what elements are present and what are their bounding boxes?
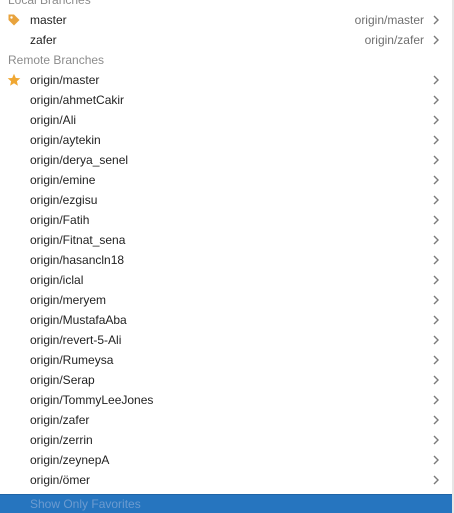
chevron-right-icon[interactable] bbox=[432, 175, 440, 185]
chevron-right-icon[interactable] bbox=[432, 375, 440, 385]
remote-branch-row[interactable]: origin/meryem bbox=[0, 290, 454, 310]
branch-name: origin/Rumeysa bbox=[30, 353, 114, 367]
remote-branch-row[interactable]: origin/iclal bbox=[0, 270, 454, 290]
chevron-right-icon[interactable] bbox=[432, 455, 440, 465]
remote-branch-row[interactable]: origin/zerrin bbox=[0, 430, 454, 450]
local-branch-row-master[interactable]: master origin/master bbox=[0, 10, 454, 30]
branch-name: origin/emine bbox=[30, 173, 96, 187]
branch-name: zafer bbox=[30, 33, 57, 47]
branch-name: origin/zeynepA bbox=[30, 453, 110, 467]
chevron-right-icon[interactable] bbox=[432, 395, 440, 405]
show-only-favorites-bar[interactable]: Show Only Favorites bbox=[0, 494, 454, 513]
remote-branch-row[interactable]: origin/TommyLeeJones bbox=[0, 390, 454, 410]
tracking-branch: origin/zafer bbox=[364, 33, 424, 47]
chevron-right-icon[interactable] bbox=[432, 235, 440, 245]
remote-branch-row[interactable]: origin/master bbox=[0, 70, 454, 90]
remote-branch-row[interactable]: origin/ahmetCakir bbox=[0, 90, 454, 110]
branch-name: origin/zerrin bbox=[30, 433, 93, 447]
branch-name: origin/TommyLeeJones bbox=[30, 393, 154, 407]
chevron-right-icon[interactable] bbox=[432, 415, 440, 425]
branch-name: origin/meryem bbox=[30, 293, 107, 307]
chevron-right-icon[interactable] bbox=[432, 35, 440, 45]
chevron-right-icon[interactable] bbox=[432, 295, 440, 305]
branch-name: origin/ahmetCakir bbox=[30, 93, 125, 107]
tracking-branch: origin/master bbox=[354, 13, 424, 27]
chevron-right-icon[interactable] bbox=[432, 75, 440, 85]
remote-branch-row[interactable]: origin/Fatih bbox=[0, 210, 454, 230]
show-only-favorites-label: Show Only Favorites bbox=[30, 497, 141, 511]
branch-name: origin/Serap bbox=[30, 373, 95, 387]
remote-branch-row[interactable]: origin/aytekin bbox=[0, 130, 454, 150]
chevron-right-icon[interactable] bbox=[432, 155, 440, 165]
chevron-right-icon[interactable] bbox=[432, 475, 440, 485]
remote-branch-row[interactable]: origin/Rumeysa bbox=[0, 350, 454, 370]
branch-name: origin/ömer bbox=[30, 473, 91, 487]
star-icon[interactable] bbox=[7, 73, 21, 87]
remote-branch-row[interactable]: origin/zafer bbox=[0, 410, 454, 430]
chevron-right-icon[interactable] bbox=[432, 435, 440, 445]
remote-branch-row[interactable]: origin/ömer bbox=[0, 470, 454, 490]
branch-name: origin/revert-5-Ali bbox=[30, 333, 122, 347]
branch-name: origin/derya_senel bbox=[30, 153, 129, 167]
remote-branch-row[interactable]: origin/emine bbox=[0, 170, 454, 190]
local-branch-row-zafer[interactable]: zafer origin/zafer bbox=[0, 30, 454, 50]
remote-branch-row[interactable]: origin/revert-5-Ali bbox=[0, 330, 454, 350]
branch-name: origin/Ali bbox=[30, 113, 77, 127]
remote-branch-row[interactable]: origin/Serap bbox=[0, 370, 454, 390]
chevron-right-icon[interactable] bbox=[432, 355, 440, 365]
branch-name: origin/ezgisu bbox=[30, 193, 98, 207]
remote-branches-list: origin/master origin/ahmetCakir origin/Ali… bbox=[0, 70, 454, 490]
chevron-right-icon[interactable] bbox=[432, 115, 440, 125]
remote-branches-header: Remote Branches bbox=[8, 53, 105, 67]
branch-name: origin/master bbox=[30, 73, 100, 87]
chevron-right-icon[interactable] bbox=[432, 335, 440, 345]
chevron-right-icon[interactable] bbox=[432, 275, 440, 285]
tag-icon bbox=[7, 13, 21, 27]
branches-list[interactable]: Local Branches master origin/master zafe… bbox=[0, 0, 454, 490]
remote-branch-row[interactable]: origin/derya_senel bbox=[0, 150, 454, 170]
chevron-right-icon[interactable] bbox=[432, 15, 440, 25]
chevron-right-icon[interactable] bbox=[432, 195, 440, 205]
chevron-right-icon[interactable] bbox=[432, 315, 440, 325]
branch-name: origin/hasancln18 bbox=[30, 253, 125, 267]
local-branches-header: Local Branches bbox=[8, 0, 91, 7]
branches-popup: Local Branches master origin/master zafe… bbox=[0, 0, 454, 513]
branch-name: origin/Fitnat_sena bbox=[30, 233, 126, 247]
branch-name: origin/Fatih bbox=[30, 213, 90, 227]
remote-branch-row[interactable]: origin/Fitnat_sena bbox=[0, 230, 454, 250]
chevron-right-icon[interactable] bbox=[432, 95, 440, 105]
branch-name: origin/MustafaAba bbox=[30, 313, 127, 327]
branch-name: master bbox=[30, 13, 67, 27]
branch-name: origin/iclal bbox=[30, 273, 84, 287]
branch-name: origin/aytekin bbox=[30, 133, 101, 147]
chevron-right-icon[interactable] bbox=[432, 215, 440, 225]
remote-branch-row[interactable]: origin/zeynepA bbox=[0, 450, 454, 470]
branch-name: origin/zafer bbox=[30, 413, 90, 427]
chevron-right-icon[interactable] bbox=[432, 135, 440, 145]
chevron-right-icon[interactable] bbox=[432, 255, 440, 265]
remote-branch-row[interactable]: origin/hasancln18 bbox=[0, 250, 454, 270]
remote-branch-row[interactable]: origin/ezgisu bbox=[0, 190, 454, 210]
remote-branch-row[interactable]: origin/Ali bbox=[0, 110, 454, 130]
remote-branch-row[interactable]: origin/MustafaAba bbox=[0, 310, 454, 330]
